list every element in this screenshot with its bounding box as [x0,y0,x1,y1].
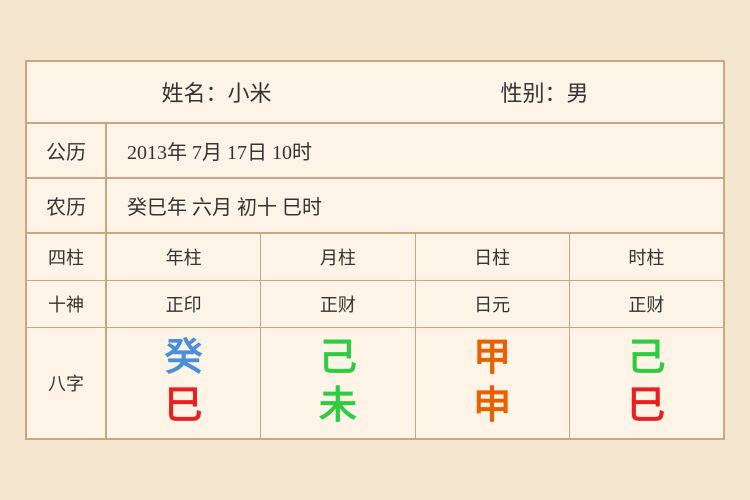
bazi-top-1: 己 [319,338,357,380]
column-headers: 四柱 年柱 月柱 日柱 时柱 [27,234,723,281]
shishen-1: 正财 [261,281,415,327]
bazi-col-2: 甲 申 [416,328,570,438]
bazi-row: 八字 癸 巳 己 未 甲 申 己 巳 [27,328,723,438]
col-header-3: 时柱 [570,234,723,280]
bazi-top-0: 癸 [165,338,203,380]
bazi-bottom-1: 未 [319,386,357,428]
col-header-0: 年柱 [107,234,261,280]
shishen-3: 正财 [570,281,723,327]
shishen-2: 日元 [416,281,570,327]
lunar-row: 农历 癸巳年 六月 初十 巳时 [27,179,723,234]
lunar-label: 农历 [27,179,107,232]
col-header-2: 日柱 [416,234,570,280]
bazi-col-1: 己 未 [261,328,415,438]
lunar-value: 癸巳年 六月 初十 巳时 [107,179,723,232]
shishen-row: 十神 正印 正财 日元 正财 [27,281,723,328]
bazi-label: 八字 [27,328,107,438]
main-container: 姓名：小米 性别：男 公历 2013年 7月 17日 10时 农历 癸巳年 六月… [25,60,725,440]
bazi-bottom-0: 巳 [165,386,203,428]
gender-label: 性别：男 [500,76,588,108]
gregorian-row: 公历 2013年 7月 17日 10时 [27,124,723,179]
bazi-col-0: 癸 巳 [107,328,261,438]
shishen-label: 十神 [27,281,107,327]
bazi-top-3: 己 [627,338,665,380]
bazi-top-2: 甲 [473,338,511,380]
header-row: 姓名：小米 性别：男 [27,62,723,124]
shishen-0: 正印 [107,281,261,327]
sizhu-header: 四柱 [27,234,107,280]
bazi-bottom-2: 申 [473,386,511,428]
bazi-bottom-3: 巳 [627,386,665,428]
gregorian-label: 公历 [27,124,107,177]
name-label: 姓名：小米 [161,76,271,108]
bazi-col-3: 己 巳 [570,328,723,438]
gregorian-value: 2013年 7月 17日 10时 [107,124,723,177]
col-header-1: 月柱 [261,234,415,280]
